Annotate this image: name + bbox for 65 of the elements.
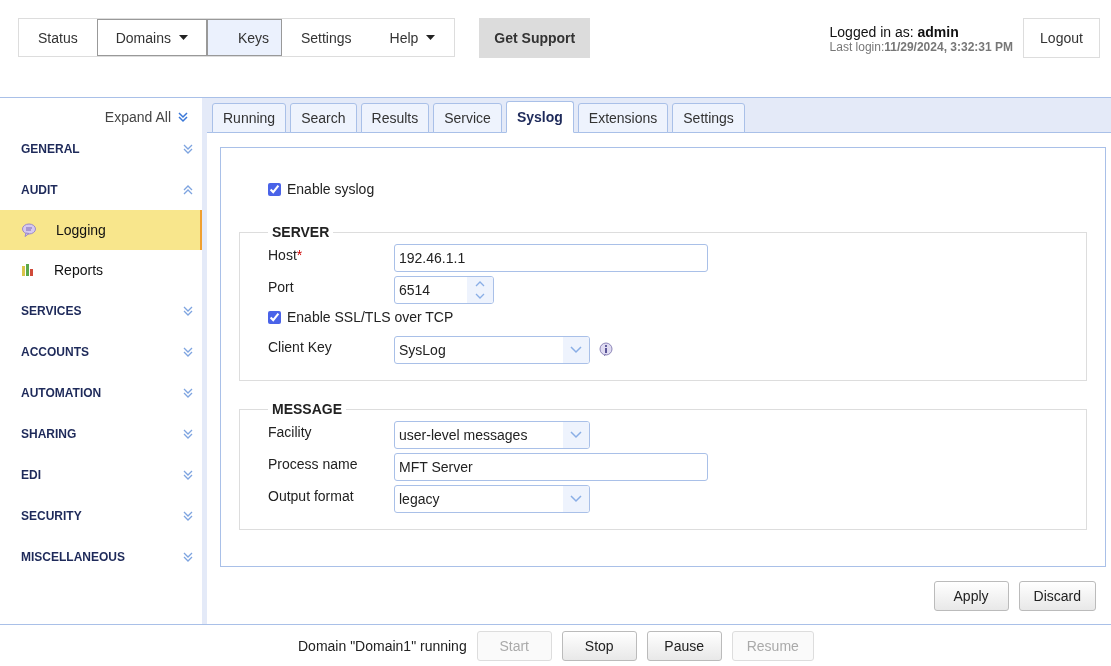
sidebar-section[interactable]: ACCOUNTS bbox=[0, 331, 202, 372]
double-chevron-icon bbox=[182, 509, 194, 522]
sidebar-item[interactable]: Reports bbox=[0, 250, 202, 290]
control-button[interactable]: Stop bbox=[561, 630, 637, 661]
tab[interactable]: Settings bbox=[672, 103, 745, 133]
tab[interactable]: Syslog bbox=[505, 101, 574, 133]
sidebar-section[interactable]: GENERAL bbox=[0, 128, 202, 169]
control-button[interactable]: Pause bbox=[646, 630, 722, 661]
checkbox[interactable] bbox=[268, 310, 281, 324]
sidebar-section[interactable]: AUDIT bbox=[0, 169, 202, 210]
logout-button[interactable]: Logout bbox=[1023, 18, 1100, 58]
nav-tab[interactable]: Keys bbox=[206, 19, 282, 56]
text-field[interactable]: 192.46.1.1 bbox=[394, 244, 708, 272]
sidebar-section[interactable]: SERVICES bbox=[0, 290, 202, 331]
double-chevron-icon bbox=[182, 550, 194, 563]
action-button[interactable]: Apply bbox=[933, 581, 1009, 611]
nav-tab[interactable]: Domains bbox=[96, 19, 207, 56]
group-title: SERVER bbox=[271, 224, 331, 240]
field-label: Process name bbox=[268, 456, 359, 472]
tab[interactable]: Extensions bbox=[577, 103, 669, 133]
group-title: MESSAGE bbox=[271, 401, 343, 417]
bar-chart-icon bbox=[22, 264, 34, 276]
info-icon[interactable] bbox=[598, 342, 614, 358]
speech-bubble-icon bbox=[22, 223, 36, 237]
field-label: Output format bbox=[268, 488, 355, 504]
chevron-down-icon bbox=[570, 346, 582, 354]
action-button[interactable]: Discard bbox=[1018, 581, 1096, 611]
checkbox-label: Enable syslog bbox=[287, 181, 375, 197]
field-label: Port bbox=[268, 279, 295, 295]
support-button[interactable]: Get Support bbox=[479, 18, 591, 58]
field-label: Client Key bbox=[268, 339, 333, 355]
double-chevron-icon bbox=[182, 345, 194, 358]
double-chevron-icon bbox=[182, 386, 194, 399]
field-label: Host* bbox=[268, 247, 304, 263]
dropdown[interactable]: legacy bbox=[394, 485, 590, 513]
checkbox[interactable] bbox=[268, 182, 281, 196]
double-chevron-icon bbox=[177, 111, 189, 123]
tab[interactable]: Search bbox=[290, 103, 357, 133]
tab[interactable]: Service bbox=[433, 103, 502, 133]
dropdown[interactable]: user-level messages bbox=[394, 421, 590, 449]
sidebar-section[interactable]: EDI bbox=[0, 454, 202, 495]
sidebar-section[interactable]: SECURITY bbox=[0, 495, 202, 536]
logged-in-user: Logged in as: admin bbox=[829, 24, 960, 40]
double-chevron-icon bbox=[182, 304, 194, 317]
sidebar-section[interactable]: SHARING bbox=[0, 413, 202, 454]
dropdown[interactable]: SysLog bbox=[394, 336, 590, 364]
field-label: Facility bbox=[268, 424, 313, 440]
sidebar-item[interactable]: Logging bbox=[0, 210, 202, 250]
sidebar-section[interactable]: MISCELLANEOUS bbox=[0, 536, 202, 577]
number-field[interactable]: 6514 bbox=[394, 276, 494, 304]
tab[interactable]: Running bbox=[212, 103, 287, 133]
double-chevron-icon bbox=[182, 183, 194, 196]
double-chevron-icon bbox=[182, 142, 194, 155]
chevron-down-icon bbox=[570, 431, 582, 439]
expand-all-button[interactable]: Expand All bbox=[104, 106, 189, 128]
checkbox-label: Enable SSL/TLS over TCP bbox=[287, 309, 454, 325]
chevron-down-icon bbox=[570, 495, 582, 503]
text-field[interactable]: MFT Server bbox=[394, 453, 708, 481]
double-chevron-icon bbox=[182, 468, 194, 481]
domain-status: Domain "Domain1" running bbox=[298, 637, 467, 654]
sidebar-section[interactable]: AUTOMATION bbox=[0, 372, 202, 413]
spinner-icon bbox=[467, 277, 493, 303]
last-login: Last login:11/29/2024, 3:32:31 PM bbox=[829, 40, 1013, 54]
tab[interactable]: Results bbox=[360, 103, 430, 133]
double-chevron-icon bbox=[182, 427, 194, 440]
